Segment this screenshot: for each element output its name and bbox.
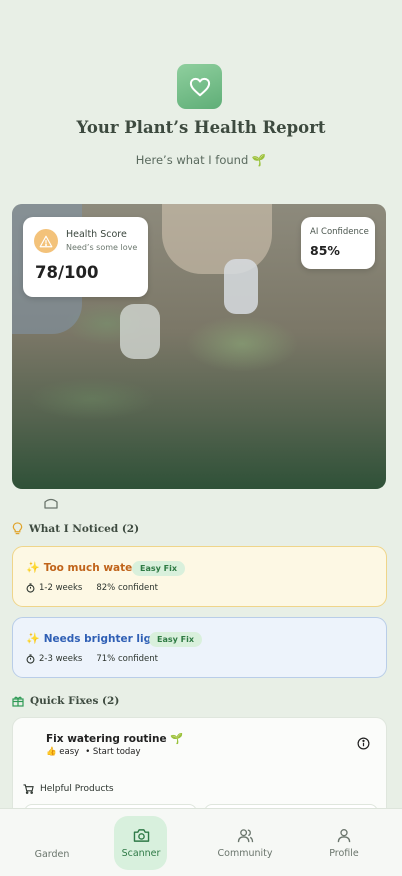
ai-confidence-title: AI Confidence xyxy=(310,227,369,237)
page-title: Your Plant’s Health Report xyxy=(76,118,326,137)
quick-fixes-heading-text: Quick Fixes (2) xyxy=(30,695,120,707)
quick-fixes-heading: Quick Fixes (2) xyxy=(12,695,119,707)
fix-difficulty: 👍 easy xyxy=(46,747,80,757)
heart-icon xyxy=(189,77,210,96)
easy-fix-badge: Easy Fix xyxy=(132,561,185,576)
health-score-title: Health Score xyxy=(66,229,127,240)
bottom-nav: Garden Scanner Community Profile xyxy=(0,808,402,876)
gift-icon xyxy=(12,696,24,707)
nav-item-scanner[interactable]: Scanner xyxy=(111,809,171,876)
issue-duration: 1-2 weeks xyxy=(39,583,83,593)
fix-title: Fix watering routine 🌱 xyxy=(46,733,184,745)
issue-confidence: 71% confident xyxy=(96,654,158,664)
easy-fix-badge: Easy Fix xyxy=(149,632,202,647)
sparkle-icon: ✨ xyxy=(26,632,40,645)
issue-duration: 2-3 weeks xyxy=(39,654,83,664)
fix-timing: • Start today xyxy=(85,747,141,757)
nav-label: Profile xyxy=(329,847,359,859)
ai-confidence-card: AI Confidence 85% xyxy=(301,217,375,269)
nav-item-garden[interactable]: Garden xyxy=(22,809,82,876)
lightbulb-icon xyxy=(12,522,23,535)
issue-card-water[interactable]: ✨ Too much water Easy Fix 1-2 weeks 82% … xyxy=(12,546,387,607)
timer-icon xyxy=(26,654,35,664)
issue-confidence: 82% confident xyxy=(96,583,158,593)
noticed-heading: What I Noticed (2) xyxy=(12,522,139,535)
timer-icon xyxy=(26,583,35,593)
warning-icon xyxy=(34,229,58,253)
nav-label: Garden xyxy=(34,848,70,860)
nav-label: Scanner xyxy=(121,847,161,859)
nav-label: Community xyxy=(217,847,273,859)
sparkle-icon: ✨ xyxy=(26,561,40,574)
noticed-heading-text: What I Noticed (2) xyxy=(29,522,140,535)
info-icon[interactable] xyxy=(357,735,370,754)
helpful-products-label: Helpful Products xyxy=(40,784,114,794)
page-subtitle: Here’s what I found 🌱 xyxy=(135,153,267,167)
issue-name: Too much water xyxy=(43,561,138,574)
camera-icon xyxy=(133,828,149,842)
health-score-subtitle: Need’s some love xyxy=(66,243,138,252)
cart-icon xyxy=(23,784,34,794)
health-score-card: Health Score Need’s some love 78/100 xyxy=(23,217,148,297)
issue-name: Needs brighter light xyxy=(43,632,164,645)
ai-confidence-value: 85% xyxy=(310,243,340,258)
user-icon xyxy=(337,828,351,842)
health-score-value: 78/100 xyxy=(35,263,99,282)
home-icon xyxy=(44,494,58,513)
nav-item-community[interactable]: Community xyxy=(212,809,278,876)
issue-card-light[interactable]: ✨ Needs brighter light Easy Fix 2-3 week… xyxy=(12,617,387,678)
heart-icon-tile xyxy=(177,64,222,109)
users-icon xyxy=(237,828,253,842)
nav-item-profile[interactable]: Profile xyxy=(314,809,374,876)
